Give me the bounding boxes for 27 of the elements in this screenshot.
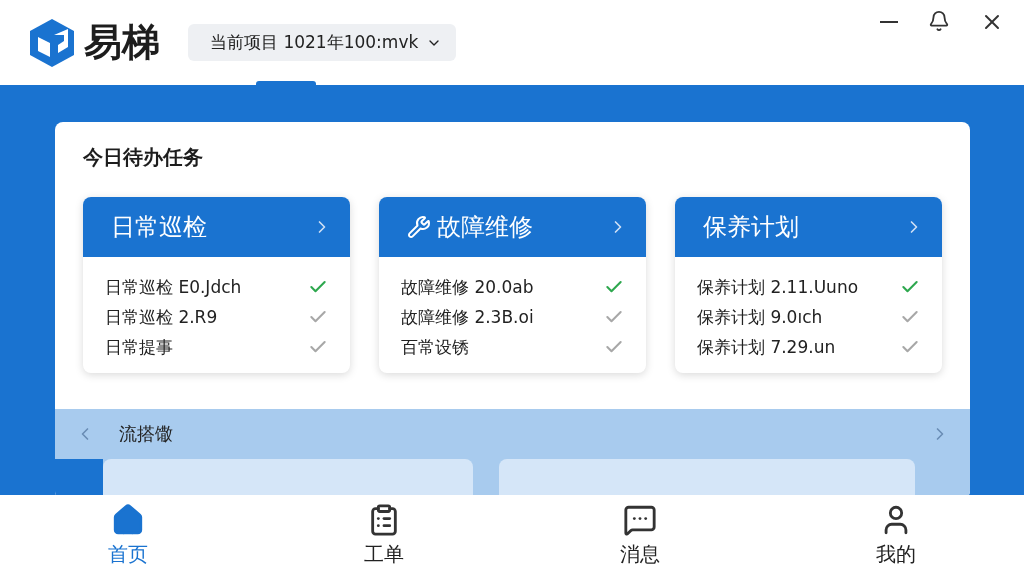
nav-tab[interactable]: 工单 [256, 495, 512, 576]
nav-tab[interactable]: 首页 [0, 495, 256, 576]
task-card-header[interactable]: 故障维修 [379, 197, 646, 257]
task-item: 百常设锈 [401, 335, 469, 359]
nav-tab[interactable]: 消息 [512, 495, 768, 576]
chat-icon [623, 503, 657, 537]
nav-tab[interactable]: 我的 [768, 495, 1024, 576]
task-item: 保养计划 7.29.un [697, 335, 836, 359]
logo-icon [28, 16, 76, 69]
bell-icon [928, 10, 950, 32]
task-item: 保养计划 9.0ıch [697, 305, 823, 329]
task-item: 故障维修 2.3B.oi [401, 305, 534, 329]
minimize-icon [880, 21, 898, 23]
task-card-header[interactable]: 保养计划 [675, 197, 942, 257]
task-item: 保养计划 2.11.Uuno [697, 275, 859, 299]
wrench-icon [407, 215, 431, 239]
task-item: 故障维修 20.0ab [401, 275, 534, 299]
bell-button[interactable] [928, 10, 950, 34]
task-item: 日常巡检 E0.Jdch [105, 275, 242, 299]
task-item: 日常巡检 2.R9 [105, 305, 218, 329]
project-dropdown[interactable]: 当前项目 1021年100:mvk [188, 24, 457, 61]
task-card-header[interactable]: 日常巡检 [83, 197, 350, 257]
card-title: 今日待办任务 [82, 144, 204, 171]
strip-title: 流搭馓 [119, 422, 173, 446]
task-item: 日常提事 [105, 335, 173, 359]
home-icon [111, 503, 145, 537]
app-name: 易梯 [84, 19, 160, 66]
